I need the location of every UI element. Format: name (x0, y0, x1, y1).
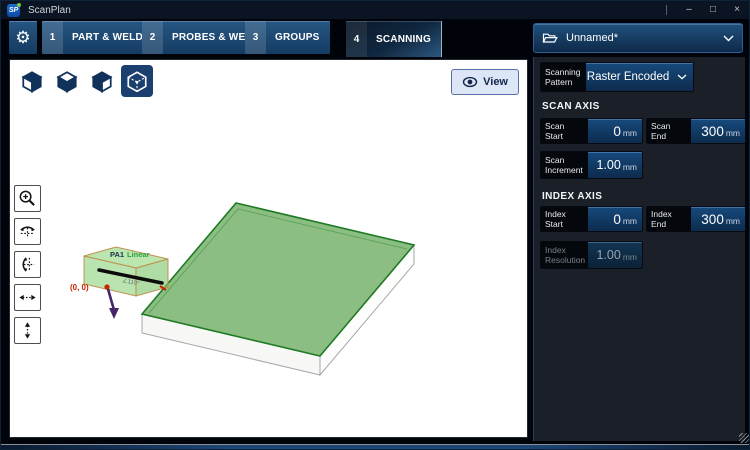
scan-start-field[interactable]: Scan Start 0 mm (540, 118, 643, 144)
3d-viewport: (0, 0) PA1 Linear ∠110° (9, 59, 528, 438)
cube-side-icon (90, 69, 114, 93)
rotate-horizontal-icon (18, 222, 37, 241)
folder-open-icon (542, 31, 558, 45)
settings-button[interactable]: ⚙ (9, 21, 37, 54)
rotate-vertical-tool-button[interactable] (14, 251, 41, 278)
navigation-toolbar (14, 185, 41, 344)
origin-label: (0, 0) (70, 283, 89, 292)
3d-scene[interactable]: (0, 0) PA1 Linear ∠110° (10, 60, 529, 439)
probe-assembly[interactable] (84, 247, 168, 296)
tab-part-and-weld[interactable]: 1 PART & WELD (42, 21, 153, 54)
scan-direction-arrow (108, 289, 119, 319)
rotate-horizontal-tool-button[interactable] (14, 218, 41, 245)
logo-dot (17, 3, 21, 7)
scanning-pattern-label: Scanning Pattern (541, 63, 586, 91)
index-resolution-field: Index Resolution 1.00 mm (540, 241, 643, 269)
window-bottom-edge (1, 445, 749, 449)
tab-number: 1 (42, 21, 63, 54)
scan-axis-section-title: SCAN AXIS (542, 101, 600, 112)
scan-end-field[interactable]: Scan End 300 mm (646, 118, 746, 144)
zoom-in-icon (18, 189, 37, 208)
view-options-button[interactable]: View (451, 69, 519, 95)
view-cube-iso-button[interactable] (121, 65, 153, 97)
file-name: Unnamed* (566, 32, 618, 44)
eye-icon (462, 76, 478, 88)
file-menu-dropdown[interactable]: Unnamed* (533, 23, 743, 53)
minimize-button[interactable]: – (677, 1, 701, 19)
tab-bar: ⚙ 1 PART & WELD 2 PROBES & WEDGES 3 GROU… (1, 19, 749, 57)
chevron-down-icon (723, 35, 734, 42)
cube-iso-icon (125, 69, 149, 93)
zoom-tool-button[interactable] (14, 185, 41, 212)
scanning-pattern-select[interactable]: Scanning Pattern Raster Encoded (540, 62, 694, 92)
view-preset-toolbar (16, 65, 153, 97)
view-button-label: View (483, 76, 508, 88)
scan-increment-field[interactable]: Scan Increment 1.00 mm (540, 151, 643, 179)
tab-number: 2 (142, 21, 163, 54)
pan-vertical-tool-button[interactable] (14, 317, 41, 344)
index-axis-section-title: INDEX AXIS (542, 191, 602, 202)
view-cube-top-button[interactable] (51, 65, 83, 97)
pan-horizontal-icon (18, 288, 37, 307)
app-logo-icon: SP (7, 4, 20, 17)
tab-number: 3 (245, 21, 266, 54)
chevron-down-icon (677, 74, 687, 80)
tab-scanning[interactable]: 4 SCANNING (346, 21, 442, 58)
close-button[interactable]: × (725, 1, 749, 19)
probe-name-label: PA1 (110, 250, 124, 259)
view-cube-side-button[interactable] (86, 65, 118, 97)
app-title: ScanPlan (28, 5, 71, 16)
pan-horizontal-tool-button[interactable] (14, 284, 41, 311)
maximize-button[interactable]: □ (701, 1, 725, 19)
view-cube-front-button[interactable] (16, 65, 48, 97)
cube-front-icon (20, 69, 44, 93)
gear-icon: ⚙ (15, 29, 30, 46)
scanning-pattern-value: Raster Encoded (586, 63, 693, 91)
resize-grip[interactable] (739, 433, 749, 443)
rotate-vertical-icon (18, 255, 37, 274)
index-start-field[interactable]: Index Start 0 mm (540, 206, 643, 232)
tab-groups[interactable]: 3 GROUPS (245, 21, 330, 54)
logo-text: SP (9, 7, 18, 14)
tab-label: SCANNING (367, 21, 441, 58)
pan-vertical-icon (18, 321, 37, 340)
cube-top-icon (55, 69, 79, 93)
probe-group-label: Linear (127, 250, 150, 259)
tab-label: GROUPS (266, 21, 330, 54)
tab-label: PART & WELD (63, 21, 153, 54)
window-controls-separator (666, 5, 667, 15)
scanplan-window: SP ScanPlan – □ × ⚙ 1 PART & WELD 2 PROB… (0, 0, 750, 450)
content-area: (0, 0) PA1 Linear ∠110° (1, 57, 750, 445)
index-end-field[interactable]: Index End 300 mm (646, 206, 746, 232)
window-controls: – □ × (666, 1, 749, 19)
scanning-panel: Scanning Pattern Raster Encoded SCAN AXI… (533, 57, 745, 441)
tab-number: 4 (346, 21, 367, 58)
titlebar: SP ScanPlan – □ × (1, 1, 749, 19)
